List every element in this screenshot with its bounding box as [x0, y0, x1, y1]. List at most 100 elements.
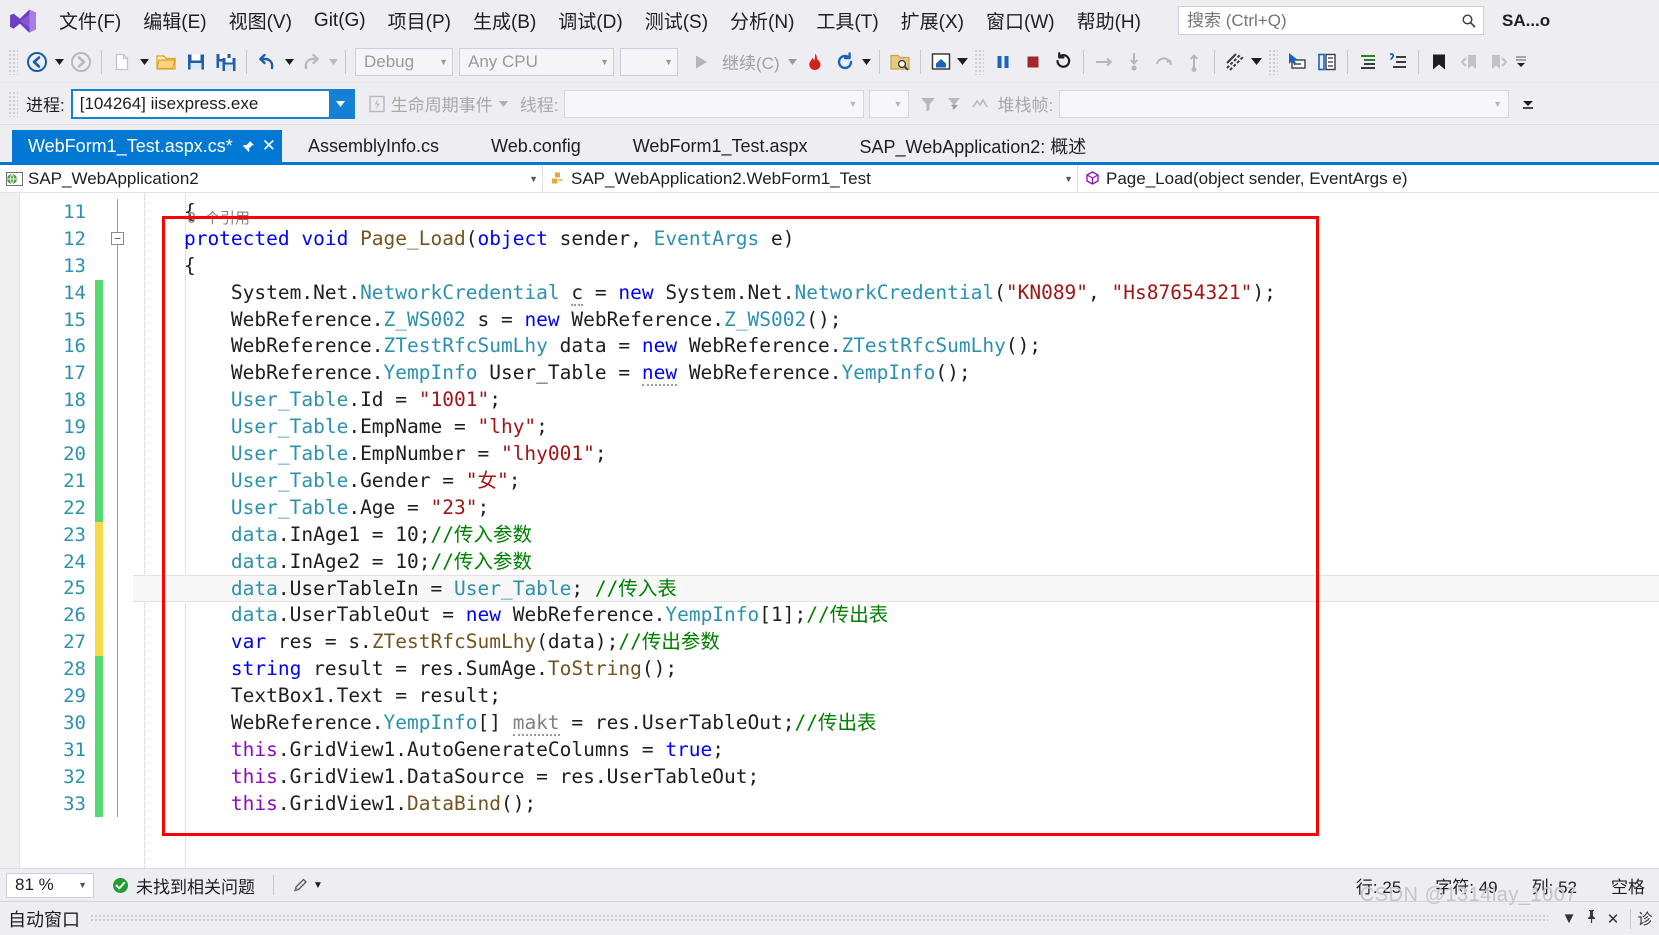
tab-webform1-test-aspx[interactable]: WebForm1_Test.aspx	[607, 130, 834, 162]
thread-combo-extra[interactable]: ▼	[869, 89, 910, 118]
code-line[interactable]: TextBox1.Text = result;	[133, 683, 1659, 710]
find-in-files-icon[interactable]	[885, 47, 915, 77]
new-file-icon[interactable]	[107, 47, 137, 77]
previous-bookmark-icon[interactable]	[1454, 47, 1484, 77]
outlining-margin[interactable]: −	[103, 193, 133, 868]
show-next-statement-icon[interactable]	[1179, 47, 1209, 77]
code-line-current[interactable]: data.UserTableIn = User_Table; //传入表	[133, 575, 1659, 603]
menu-item-help[interactable]: 帮助(H)	[1066, 3, 1152, 38]
status-annotation-tool[interactable]: ▼	[292, 877, 323, 894]
undo-dropdown-icon[interactable]	[282, 48, 296, 76]
code-line[interactable]: var res = s.ZTestRfcSumLhy(data);//传出参数	[133, 629, 1659, 656]
stop-icon[interactable]	[1018, 47, 1048, 77]
tab-assemblyinfo-cs[interactable]: AssemblyInfo.cs	[282, 130, 465, 162]
redo-dropdown-icon[interactable]	[326, 48, 340, 76]
code-line[interactable]: 0 个引用 protected void Page_Load(object se…	[133, 209, 1659, 253]
select-element-icon[interactable]	[1282, 47, 1312, 77]
continue-dropdown-icon[interactable]	[786, 48, 800, 76]
save-icon[interactable]	[181, 47, 211, 77]
overflow-icon[interactable]	[1521, 96, 1535, 112]
step-into-icon[interactable]	[1119, 47, 1149, 77]
menu-item-window[interactable]: 窗口(W)	[975, 3, 1066, 38]
lifecycle-dropdown-icon[interactable]	[498, 100, 508, 107]
tab-sap-webapplication2-overview[interactable]: SAP_WebApplication2: 概述	[834, 130, 1113, 162]
code-line[interactable]: User_Table.EmpName = "lhy";	[133, 414, 1659, 441]
diagnostics-icon[interactable]	[1220, 47, 1250, 77]
code-line[interactable]: User_Table.EmpNumber = "lhy001";	[133, 441, 1659, 468]
code-line[interactable]: this.GridView1.DataSource = res.UserTabl…	[133, 764, 1659, 791]
undo-icon[interactable]	[252, 47, 282, 77]
code-line[interactable]: data.InAge2 = 10;//传入参数	[133, 549, 1659, 576]
pin-icon[interactable]	[1580, 909, 1602, 928]
step-over-icon[interactable]	[1089, 47, 1119, 77]
account-label[interactable]: SA...o	[1502, 11, 1550, 31]
code-line[interactable]: data.InAge1 = 10;//传入参数	[133, 522, 1659, 549]
toolbar-grip[interactable]	[8, 48, 18, 75]
layout-panel-icon[interactable]	[1312, 47, 1342, 77]
tab-webform1-test-aspx-cs[interactable]: WebForm1_Test.aspx.cs* ✕	[12, 130, 282, 162]
debugbar-grip[interactable]	[8, 90, 18, 117]
quick-search-box[interactable]	[1177, 6, 1484, 35]
stackframe-combo[interactable]: ▼	[1059, 89, 1510, 118]
status-health-indicator[interactable]: 未找到相关问题	[112, 873, 255, 898]
annotation-dropdown-icon[interactable]: ▼	[313, 880, 323, 891]
home-window-icon[interactable]	[926, 47, 956, 77]
menu-item-analyze[interactable]: 分析(N)	[719, 3, 805, 38]
code-line[interactable]: User_Table.Gender = "女";	[133, 468, 1659, 495]
menu-item-git[interactable]: Git(G)	[303, 6, 377, 36]
code-line[interactable]: System.Net.NetworkCredential c = new Sys…	[133, 280, 1659, 307]
status-indentation-indicator[interactable]: 空格	[1611, 873, 1645, 898]
noise-icon[interactable]	[971, 95, 989, 113]
fold-toggle[interactable]: −	[103, 225, 133, 253]
restart-dropdown-icon[interactable]	[860, 48, 874, 76]
code-text-area[interactable]: { 0 个引用 protected void Page_Load(object …	[133, 193, 1659, 868]
home-window-dropdown-icon[interactable]	[956, 48, 970, 76]
play-icon[interactable]	[686, 47, 716, 77]
navbar-member-dropdown[interactable]: Page_Load(object sender, EventArgs e)	[1078, 165, 1659, 192]
navigate-back-icon[interactable]	[22, 47, 52, 77]
next-bookmark-icon[interactable]	[1484, 47, 1514, 77]
redo-icon[interactable]	[296, 47, 326, 77]
chevron-down-icon[interactable]: ▼	[1558, 910, 1580, 927]
filter-icon[interactable]	[919, 95, 937, 113]
zoom-level-combo[interactable]: 81 % ▼	[6, 872, 94, 898]
code-line[interactable]: data.UserTableOut = new WebReference.Yem…	[133, 602, 1659, 629]
new-file-dropdown-icon[interactable]	[137, 48, 151, 76]
code-line[interactable]: {	[133, 253, 1659, 280]
solution-configuration-combo[interactable]: Debug ▼	[355, 47, 453, 76]
menu-item-test[interactable]: 测试(S)	[634, 3, 719, 38]
close-icon[interactable]: ✕	[1602, 910, 1624, 928]
toolbar-grip[interactable]	[1267, 48, 1278, 75]
hot-reload-flame-icon[interactable]	[800, 47, 830, 77]
restart-debug-icon[interactable]	[1048, 47, 1078, 77]
comment-icon[interactable]	[1353, 47, 1383, 77]
panel-drag-grip[interactable]	[90, 914, 1548, 923]
code-line[interactable]: WebReference.YempInfo[] makt = res.UserT…	[133, 710, 1659, 737]
startup-project-combo[interactable]: ▼	[620, 47, 678, 76]
code-line[interactable]: WebReference.Z_WS002 s = new WebReferenc…	[133, 307, 1659, 334]
lifecycle-event-label[interactable]: 生命周期事件	[391, 91, 493, 116]
code-editor[interactable]: 11 12 13 14 15 16 17 18 19 20 21 22 23 2…	[0, 193, 1659, 868]
code-line[interactable]: {	[133, 199, 1659, 226]
autos-window-title[interactable]: 自动窗口	[8, 906, 80, 932]
lifecycle-event-icon[interactable]	[367, 94, 387, 114]
search-input[interactable]	[1178, 7, 1483, 34]
code-line[interactable]: WebReference.YempInfo User_Table = new W…	[133, 360, 1659, 387]
navigate-forward-icon[interactable]	[66, 47, 96, 77]
navigate-back-dropdown-icon[interactable]	[52, 48, 66, 76]
diagnostics-dropdown-icon[interactable]	[1250, 48, 1264, 76]
uncomment-icon[interactable]	[1383, 47, 1413, 77]
bookmark-icon[interactable]	[1424, 47, 1454, 77]
pin-icon[interactable]	[242, 140, 255, 153]
menu-item-debug[interactable]: 调试(D)	[547, 3, 633, 38]
pause-icon[interactable]	[988, 47, 1018, 77]
menu-item-build[interactable]: 生成(B)	[462, 3, 547, 38]
indicator-margin[interactable]	[0, 193, 20, 868]
continue-button-label[interactable]: 继续(C)	[716, 49, 786, 74]
codelens-reference-hint[interactable]: 0 个引用	[187, 205, 250, 232]
navbar-project-dropdown[interactable]: SAP_WebApplication2 ▼	[0, 165, 543, 192]
navbar-class-dropdown[interactable]: SAP_WebApplication2.WebForm1_Test ▼	[543, 165, 1078, 192]
close-icon[interactable]: ✕	[262, 136, 276, 156]
step-out-icon[interactable]	[1149, 47, 1179, 77]
chevron-down-icon[interactable]	[328, 90, 353, 117]
